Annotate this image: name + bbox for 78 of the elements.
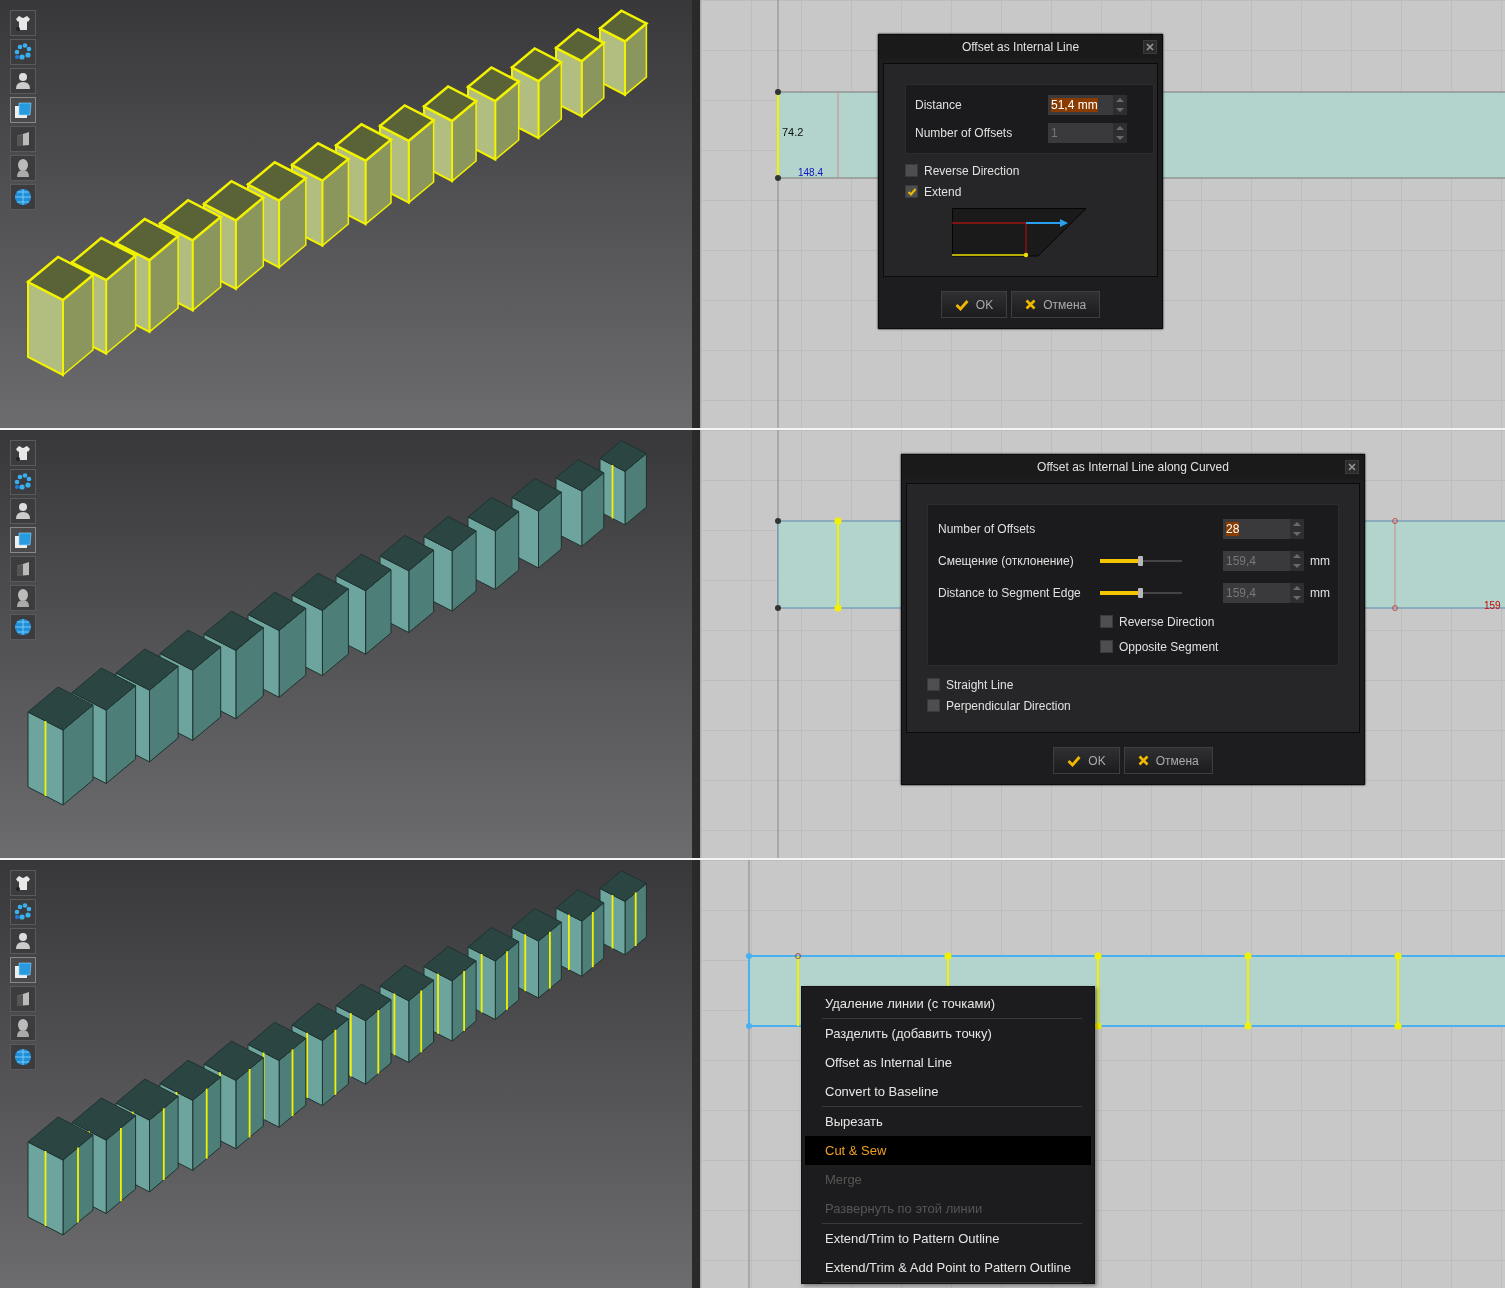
number-field[interactable]: 28 <box>1223 519 1290 539</box>
pattern-point[interactable] <box>775 605 781 611</box>
pattern-point[interactable] <box>775 175 781 181</box>
unit-label: mm <box>1310 586 1330 600</box>
checkbox-label[interactable]: Extend <box>924 184 962 199</box>
slider[interactable] <box>1100 555 1182 567</box>
checkbox[interactable] <box>905 185 918 198</box>
field-label: Number of Offsets <box>938 522 1037 536</box>
spinner-arrows-icon[interactable] <box>1290 583 1304 603</box>
checkbox[interactable] <box>927 699 940 712</box>
measurement-label: 159 <box>1484 600 1501 612</box>
checkbox-label[interactable]: Opposite Segment <box>1119 639 1219 654</box>
square-icon[interactable] <box>10 126 36 152</box>
number-field[interactable]: 51,4 mm <box>1048 95 1113 115</box>
head-icon[interactable] <box>10 155 36 181</box>
panel-splitter[interactable] <box>692 860 701 1288</box>
checkbox[interactable] <box>927 678 940 691</box>
menu-item[interactable]: Разделить (добавить точку) <box>805 1019 1091 1048</box>
measurement-label: 148.4 <box>798 167 824 179</box>
person-icon[interactable] <box>10 68 36 94</box>
spinner-arrows-icon[interactable] <box>1113 95 1127 115</box>
dot-ring-icon[interactable] <box>10 39 36 65</box>
person-icon[interactable] <box>10 498 36 524</box>
menu-item[interactable]: Cut & Sew <box>805 1136 1091 1165</box>
grid-sheet-icon[interactable] <box>10 527 36 553</box>
panel-splitter[interactable] <box>692 0 701 428</box>
spinner-arrows-icon[interactable] <box>1290 551 1304 571</box>
head-icon[interactable] <box>10 585 36 611</box>
spinner-arrows-icon[interactable] <box>1290 519 1304 539</box>
head-icon[interactable] <box>10 1015 36 1041</box>
cross-icon <box>1137 755 1149 766</box>
field-label: Number of Offsets <box>915 126 1014 140</box>
menu-item[interactable]: Extend/Trim to Pattern Outline <box>805 1224 1091 1253</box>
internal-line[interactable] <box>1094 952 1102 1030</box>
field-label: Distance <box>915 98 963 112</box>
dialog-title: Offset as Internal Line along Curved <box>1037 460 1229 474</box>
checkbox[interactable] <box>1100 615 1113 628</box>
dot-ring-icon[interactable] <box>10 899 36 925</box>
checkbox[interactable] <box>905 164 918 177</box>
shirt-icon[interactable] <box>10 440 36 466</box>
square-icon[interactable] <box>10 556 36 582</box>
cross-icon <box>1025 299 1037 310</box>
grid-sheet-icon[interactable] <box>10 97 36 123</box>
menu-item[interactable]: Offset as Internal Line <box>805 1048 1091 1077</box>
check-icon <box>1067 754 1082 767</box>
checkbox-label[interactable]: Straight Line <box>946 677 1014 692</box>
menu-item[interactable]: Вырезать <box>805 1107 1091 1136</box>
globe-icon[interactable] <box>10 1044 36 1070</box>
measurement-label: 74.2 <box>782 126 804 138</box>
square-icon[interactable] <box>10 986 36 1012</box>
unit-label: mm <box>1310 554 1330 568</box>
dialog-title: Offset as Internal Line <box>961 40 1080 54</box>
spinner-arrows-icon[interactable] <box>1113 123 1127 143</box>
check-icon <box>954 298 969 311</box>
pattern-point[interactable] <box>795 953 801 959</box>
pattern-point[interactable] <box>775 518 781 524</box>
cancel-button[interactable]: Отмена <box>1011 291 1101 318</box>
globe-icon[interactable] <box>10 184 36 210</box>
shirt-icon[interactable] <box>10 870 36 896</box>
grid-sheet-icon[interactable] <box>10 957 36 983</box>
close-icon[interactable] <box>1345 460 1359 474</box>
shirt-icon[interactable] <box>10 10 36 36</box>
dot-ring-icon[interactable] <box>10 469 36 495</box>
checkbox-label[interactable]: Reverse Direction <box>924 163 1020 178</box>
slider[interactable] <box>1100 587 1182 599</box>
checkbox-label[interactable]: Perpendicular Direction <box>946 698 1071 713</box>
close-icon[interactable] <box>1143 40 1157 54</box>
checkbox-label[interactable]: Reverse Direction <box>1119 614 1215 629</box>
field-label: Distance to Segment Edge <box>938 586 1082 600</box>
field-label: Смещение (отклонение) <box>938 554 1075 568</box>
checkbox[interactable] <box>1100 640 1113 653</box>
cancel-button[interactable]: Отмена <box>1123 747 1213 774</box>
ok-button[interactable]: OK <box>1053 747 1120 774</box>
ok-button[interactable]: OK <box>940 291 1008 318</box>
panel-splitter[interactable] <box>692 430 701 858</box>
person-icon[interactable] <box>10 928 36 954</box>
globe-icon[interactable] <box>10 614 36 640</box>
pattern-point[interactable] <box>775 89 781 95</box>
